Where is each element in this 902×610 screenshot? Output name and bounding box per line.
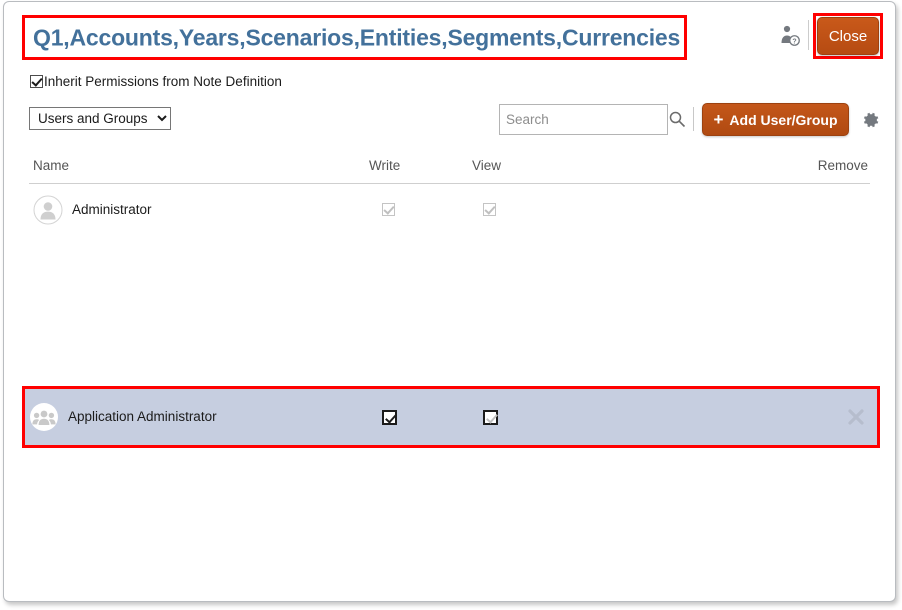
header-divider [808,20,809,50]
page-title: Q1,Accounts,Years,Scenarios,Entities,Seg… [33,24,680,51]
view-permission-checkbox [483,410,498,425]
scope-select[interactable]: Users and Groups [29,107,171,130]
plus-icon: + [713,111,723,128]
table-header-row: Name Write View Remove [29,152,870,184]
row-name: Administrator [72,202,152,217]
write-permission-checkbox[interactable] [382,410,397,425]
column-header-view: View [472,158,501,173]
add-user-group-label: Add User/Group [729,112,837,128]
search-input[interactable] [499,104,668,135]
add-user-group-button[interactable]: + Add User/Group [702,103,849,136]
permissions-table: Name Write View Remove Administrator [4,152,895,232]
svg-text:?: ? [792,38,796,45]
table-row[interactable]: Application Administrator [25,389,877,445]
write-permission-checkbox [382,203,395,216]
close-x-icon[interactable] [845,406,867,428]
user-help-icon[interactable]: ? [778,24,802,48]
column-header-write: Write [369,158,400,173]
column-header-name: Name [33,158,69,173]
row-name: Application Administrator [68,409,217,424]
inherit-permissions-checkbox[interactable] [30,75,43,88]
gear-icon[interactable] [861,110,881,130]
table-row[interactable]: Administrator [29,184,870,232]
toolbar-divider [693,107,694,131]
toolbar: Users and Groups + Add User/Group [4,102,895,142]
close-button[interactable]: Close [817,17,879,55]
inherit-permissions-row[interactable]: Inherit Permissions from Note Definition [30,70,282,92]
view-permission-checkbox [483,203,496,216]
search-icon[interactable] [668,110,686,128]
permissions-dialog: Q1,Accounts,Years,Scenarios,Entities,Seg… [3,1,896,602]
dialog-header: Q1,Accounts,Years,Scenarios,Entities,Seg… [4,2,895,62]
title-highlight-box: Q1,Accounts,Years,Scenarios,Entities,Seg… [22,15,687,60]
column-header-remove: Remove [818,158,868,173]
group-avatar-icon [29,402,59,432]
inherit-permissions-label: Inherit Permissions from Note Definition [44,74,282,89]
single-user-avatar-icon [33,195,63,225]
